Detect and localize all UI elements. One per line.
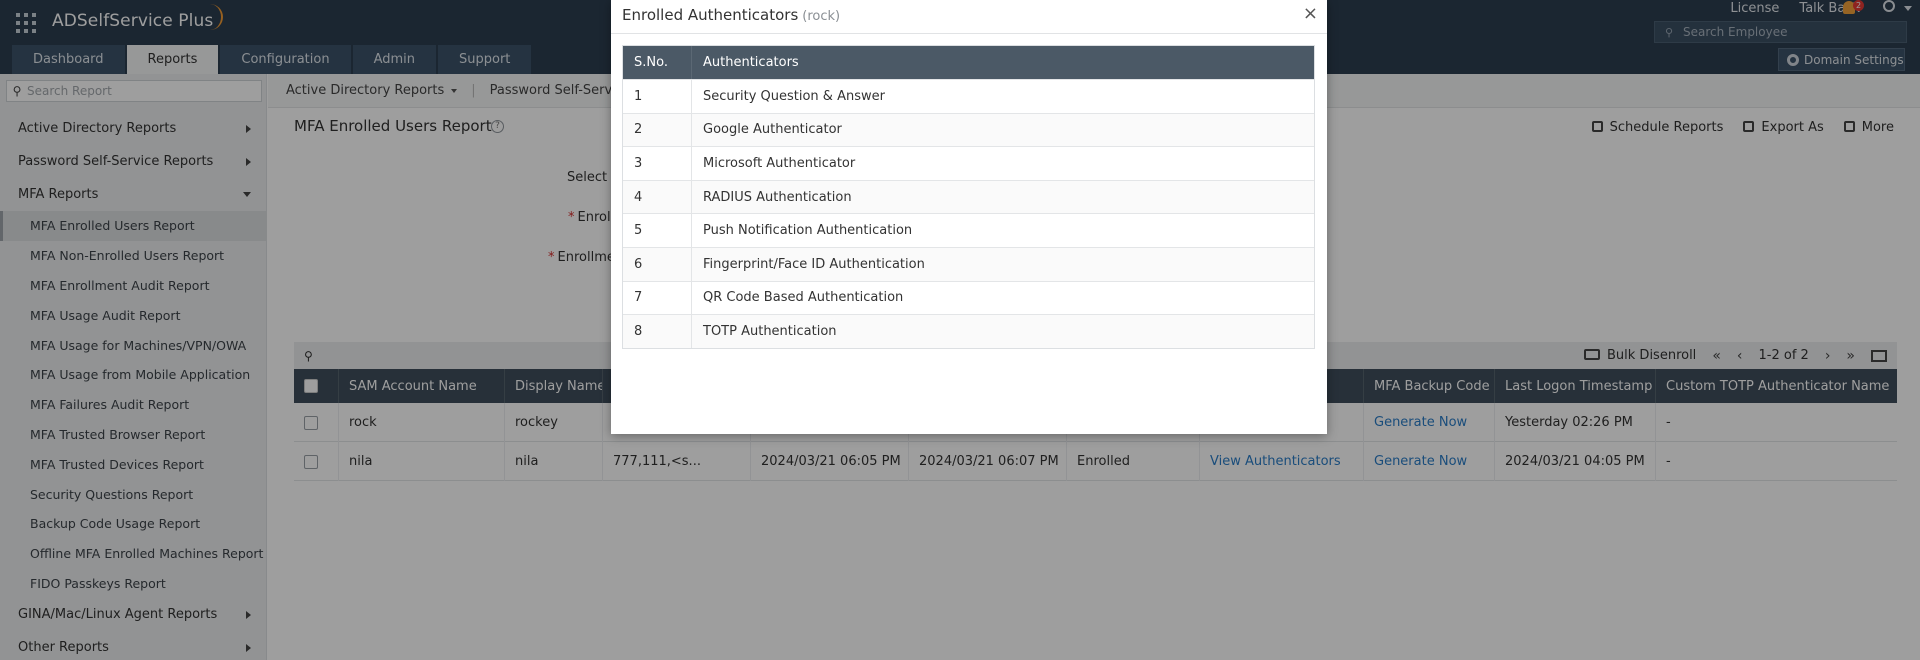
col-sno: S.No. xyxy=(623,46,692,79)
dialog-subtitle: (rock) xyxy=(802,9,841,24)
col-authenticators: Authenticators xyxy=(703,55,799,70)
table-row: 3 Microsoft Authenticator xyxy=(623,146,1314,180)
enrolled-authenticators-dialog: Enrolled Authenticators (rock) × S.No. Au… xyxy=(611,0,1327,434)
table-row: 1 Security Question & Answer xyxy=(623,79,1314,113)
table-row: 7 QR Code Based Authentication xyxy=(623,280,1314,315)
divider xyxy=(611,33,1327,34)
table-row: 6 Fingerprint/Face ID Authentication xyxy=(623,246,1314,281)
table-row: 2 Google Authenticator xyxy=(623,112,1314,147)
table-row: 8 TOTP Authentication xyxy=(623,314,1314,348)
authenticators-table: S.No. Authenticators 1 Security Question … xyxy=(622,45,1315,349)
authenticators-table-header: S.No. Authenticators xyxy=(623,46,1314,79)
close-icon[interactable]: × xyxy=(1303,3,1318,24)
dialog-title: Enrolled Authenticators (rock) xyxy=(622,6,841,24)
table-row: 4 RADIUS Authentication xyxy=(623,179,1314,214)
table-row: 5 Push Notification Authentication xyxy=(623,213,1314,247)
